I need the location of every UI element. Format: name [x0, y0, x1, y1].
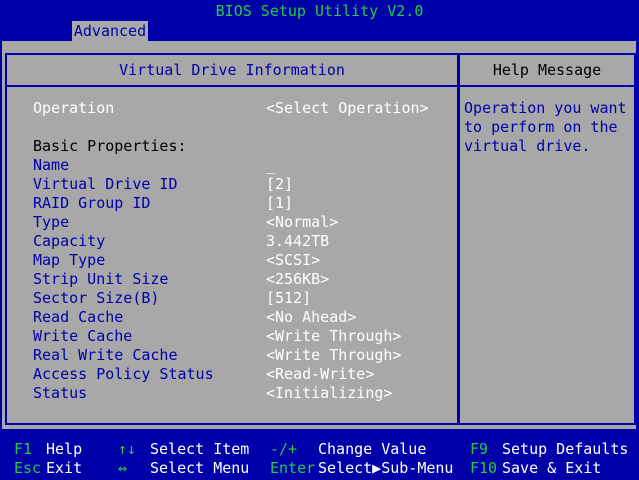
help-message: Operation you want to perform on the vir… [464, 99, 632, 156]
row-label: Strip Unit Size [33, 270, 169, 288]
key-f1-desc: Help [46, 440, 83, 458]
help-line: to perform on the [464, 118, 618, 136]
arrow-leftright-icon: ↔ [118, 459, 128, 477]
row-value: <Initializing> [266, 384, 393, 402]
key-minus-plus: -/+ [270, 440, 298, 458]
row-value: _ [266, 156, 276, 174]
row-access-policy-status: Access Policy Status <Read-Write> [33, 365, 453, 384]
key-f1: F1 [14, 440, 33, 458]
row-map-type: Map Type <SCSI> [33, 251, 453, 270]
row-read-cache: Read Cache <No Ahead> [33, 308, 453, 327]
row-status: Status <Initializing> [33, 384, 453, 403]
row-sector-size: Sector Size(B) [512] [33, 289, 453, 308]
key-f9: F9 [470, 440, 489, 458]
row-real-write-cache: Real Write Cache <Write Through> [33, 346, 453, 365]
row-label: Virtual Drive ID [33, 175, 178, 193]
row-value: <SCSI> [266, 251, 321, 269]
row-operation[interactable]: Operation <Select Operation> [33, 99, 453, 118]
key-f10: F10 [470, 459, 498, 477]
row-capacity: Capacity 3.442TB [33, 232, 453, 251]
row-label: RAID Group ID [33, 194, 151, 212]
key-f9-desc: Setup Defaults [502, 440, 629, 458]
row-value: <Write Through> [266, 327, 402, 345]
help-line: Operation you want [464, 99, 627, 117]
help-line: virtual drive. [464, 137, 591, 155]
row-value: [1] [266, 194, 294, 212]
key-esc-desc: Exit [46, 459, 83, 477]
help-pane: Help Message Operation you want to perfo… [458, 53, 636, 425]
settings-pane: Virtual Drive Information Operation <Sel… [5, 53, 459, 425]
row-type: Type <Normal> [33, 213, 453, 232]
key-legend: F1 Help Esc Exit ↑↓ Select Item ↔ Select… [0, 436, 639, 480]
row-value[interactable]: <Select Operation> [266, 99, 429, 118]
key-enter: Enter [270, 459, 316, 477]
row-label: Access Policy Status [33, 365, 214, 383]
row-value: [2] [266, 175, 294, 193]
row-value: <Read-Write> [266, 365, 375, 383]
section-header: Basic Properties: [33, 137, 453, 156]
section-label: Basic Properties: [33, 137, 187, 155]
row-value: [512] [266, 289, 312, 307]
row-value: <No Ahead> [266, 308, 357, 326]
key-select-menu-desc: Select Menu [150, 459, 250, 477]
row-value: <Normal> [266, 213, 339, 231]
key-enter-desc: Select▶Sub-Menu [318, 459, 454, 477]
row-label: Type [33, 213, 70, 231]
settings-heading: Virtual Drive Information [7, 55, 457, 87]
row-value: <256KB> [266, 270, 330, 288]
row-label: Real Write Cache [33, 346, 178, 364]
key-esc: Esc [14, 459, 42, 477]
row-strip-unit-size: Strip Unit Size <256KB> [33, 270, 453, 289]
row-name: Name _ [33, 156, 453, 175]
row-label: Sector Size(B) [33, 289, 160, 307]
row-value: 3.442TB [266, 232, 330, 250]
main-frame: Virtual Drive Information Operation <Sel… [2, 41, 636, 429]
key-change-value-desc: Change Value [318, 440, 427, 458]
row-label: Write Cache [33, 327, 133, 345]
row-label: Map Type [33, 251, 106, 269]
row-label: Name [33, 156, 70, 174]
row-virtual-drive-id: Virtual Drive ID [2] [33, 175, 453, 194]
key-select-item-desc: Select Item [150, 440, 250, 458]
arrow-updown-icon: ↑↓ [118, 440, 137, 458]
settings-list: Operation <Select Operation> Basic Prope… [33, 99, 453, 403]
row-label: Capacity [33, 232, 106, 250]
title-bar: BIOS Setup Utility V2.0 [215, 2, 424, 20]
row-write-cache: Write Cache <Write Through> [33, 327, 453, 346]
key-f10-desc: Save & Exit [502, 459, 602, 477]
row-label: Status [33, 384, 88, 402]
tab-advanced[interactable]: Advanced [72, 21, 148, 41]
row-value: <Write Through> [266, 346, 402, 364]
row-label: Read Cache [33, 308, 124, 326]
help-heading: Help Message [460, 55, 634, 87]
row-raid-group-id: RAID Group ID [1] [33, 194, 453, 213]
row-label: Operation [33, 99, 115, 117]
